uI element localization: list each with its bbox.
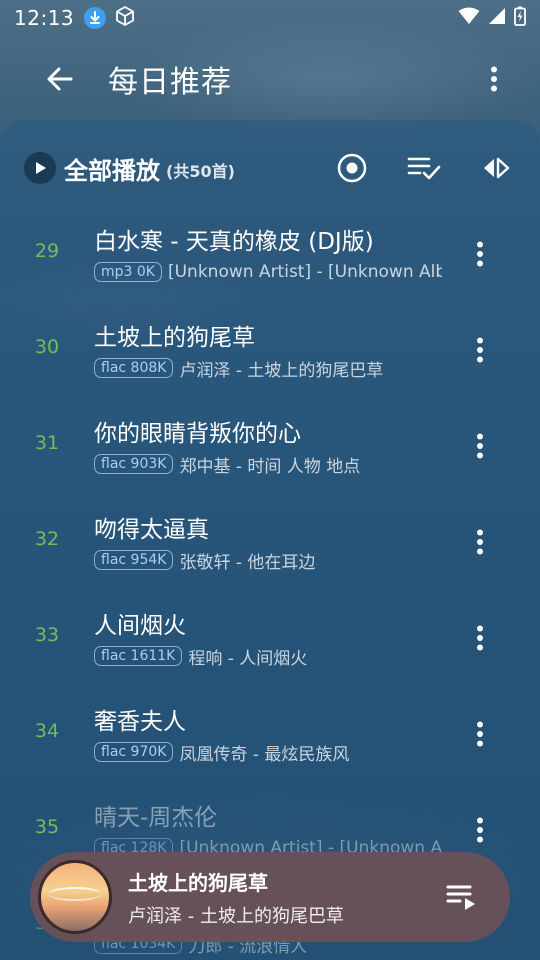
song-artist: 凤凰传奇 - 最炫民族风 — [179, 744, 350, 765]
song-index: 34 — [34, 720, 60, 742]
more-vert-icon — [477, 721, 483, 747]
song-index: 35 — [34, 816, 60, 838]
signal-icon — [488, 7, 506, 29]
song-index: 29 — [34, 240, 60, 262]
song-more-button[interactable] — [462, 806, 498, 854]
multi-select-button[interactable] — [400, 144, 448, 192]
song-title: 晴天-周杰伦 — [94, 805, 218, 831]
song-artist: 张敬轩 - 他在耳边 — [179, 552, 316, 573]
wifi-icon — [458, 7, 480, 29]
list-item[interactable]: 30 土坡上的狗尾草 flac 808K 卢润泽 - 土坡上的狗尾巴草 — [0, 302, 540, 398]
song-title: 土坡上的狗尾草 — [94, 325, 255, 351]
status-system-icons — [458, 6, 526, 30]
status-bar: 12:13 — [0, 0, 540, 36]
song-more-button[interactable] — [462, 710, 498, 758]
more-vert-icon — [477, 337, 483, 363]
list-toolbar: 全部播放 (共50首) — [0, 140, 540, 196]
song-count-label: (共50首) — [166, 162, 235, 181]
mini-player[interactable]: 土坡上的狗尾草 卢润泽 - 土坡上的狗尾巴草 — [30, 852, 510, 942]
song-more-button[interactable] — [462, 614, 498, 662]
cube-icon — [114, 5, 136, 31]
song-more-button[interactable] — [462, 230, 498, 278]
song-title: 你的眼睛背叛你的心 — [94, 421, 301, 447]
more-vert-icon — [477, 433, 483, 459]
target-icon — [337, 153, 367, 183]
song-meta: flac 954K 张敬轩 - 他在耳边 — [94, 548, 442, 572]
song-more-button[interactable] — [462, 326, 498, 374]
more-vert-icon — [477, 241, 483, 267]
arrows-horizontal-icon — [484, 157, 510, 179]
song-index: 33 — [34, 624, 60, 646]
list-item[interactable]: 33 人间烟火 flac 1611K 程响 - 人间烟火 — [0, 590, 540, 686]
song-index: 31 — [34, 432, 60, 454]
song-title: 吻得太逼真 — [94, 517, 209, 543]
song-more-button[interactable] — [462, 518, 498, 566]
locate-playing-button[interactable] — [328, 144, 376, 192]
quality-badge: flac 903K — [94, 454, 174, 474]
song-meta: flac 970K 凤凰传奇 - 最炫民族风 — [94, 740, 442, 764]
play-all-button[interactable] — [24, 152, 56, 184]
song-title: 奢香夫人 — [94, 709, 186, 735]
quality-badge: flac 954K — [94, 550, 174, 570]
song-meta: mp3 0K [Unknown Artist] - [Unknown Album… — [94, 260, 442, 284]
playlist-check-icon — [407, 157, 441, 180]
list-item[interactable]: 34 奢香夫人 flac 970K 凤凰传奇 - 最炫民族风 — [0, 686, 540, 782]
now-playing-artist: 卢润泽 - 土坡上的狗尾巴草 — [128, 905, 344, 927]
quality-badge: flac 1611K — [94, 646, 183, 666]
sort-button[interactable] — [472, 144, 520, 192]
quality-badge: mp3 0K — [94, 262, 162, 282]
queue-music-icon — [446, 885, 475, 910]
list-item[interactable]: 31 你的眼睛背叛你的心 flac 903K 郑中基 - 时间 人物 地点 — [0, 398, 540, 494]
song-artist: 程响 - 人间烟火 — [188, 648, 308, 669]
list-item[interactable]: 29 白水寒 - 天真的橡皮 (DJ版) mp3 0K [Unknown Art… — [0, 206, 540, 302]
arrow-left-icon — [47, 67, 73, 91]
battery-icon — [514, 6, 526, 30]
quality-badge: flac 970K — [94, 742, 174, 762]
page-title: 每日推荐 — [108, 65, 232, 100]
song-index: 32 — [34, 528, 60, 550]
song-title: 人间烟火 — [94, 613, 186, 639]
more-vert-icon — [477, 817, 483, 843]
more-vert-icon — [477, 529, 483, 555]
back-button[interactable] — [32, 51, 88, 107]
song-meta: flac 903K 郑中基 - 时间 人物 地点 — [94, 452, 442, 476]
song-more-button[interactable] — [462, 422, 498, 470]
play-queue-button[interactable] — [438, 873, 486, 921]
play-all-label[interactable]: 全部播放 — [64, 151, 160, 186]
status-notification-icons — [84, 5, 136, 31]
quality-badge: flac 808K — [94, 358, 174, 378]
song-artist: [Unknown Artist] - [Unknown Album] — [167, 262, 442, 282]
song-meta: flac 808K 卢润泽 - 土坡上的狗尾巴草 — [94, 356, 442, 380]
app-bar: 每日推荐 — [0, 40, 540, 118]
list-item[interactable]: 32 吻得太逼真 flac 954K 张敬轩 - 他在耳边 — [0, 494, 540, 590]
download-icon — [84, 7, 107, 29]
status-time: 12:13 — [14, 6, 75, 30]
song-list: 29 白水寒 - 天真的橡皮 (DJ版) mp3 0K [Unknown Art… — [0, 206, 540, 960]
overflow-menu-button[interactable] — [476, 55, 512, 103]
now-playing-title: 土坡上的狗尾草 — [128, 870, 268, 895]
song-artist: 郑中基 - 时间 人物 地点 — [179, 456, 361, 477]
song-artist: 卢润泽 - 土坡上的狗尾巴草 — [179, 360, 384, 381]
more-vert-icon — [491, 66, 497, 92]
cover-art-decoration — [49, 887, 101, 901]
song-index: 30 — [34, 336, 60, 358]
song-meta: flac 1611K 程响 - 人间烟火 — [94, 644, 442, 668]
song-title: 白水寒 - 天真的橡皮 (DJ版) — [94, 229, 374, 255]
more-vert-icon — [477, 625, 483, 651]
play-icon — [36, 162, 46, 174]
now-playing-info[interactable]: 土坡上的狗尾草 卢润泽 - 土坡上的狗尾巴草 — [128, 867, 438, 928]
album-cover[interactable] — [38, 860, 112, 934]
